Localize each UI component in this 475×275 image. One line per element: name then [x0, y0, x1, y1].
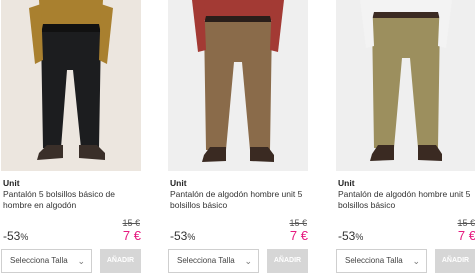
size-select-label: Selecciona Talla	[177, 256, 235, 265]
product-price: 7 €	[289, 228, 308, 243]
chevron-down-icon: ⌄	[412, 256, 420, 266]
chevron-down-icon: ⌄	[244, 256, 252, 266]
product-old-price: 15 €	[122, 218, 140, 228]
product-old-price: 15 €	[457, 218, 475, 228]
product-image[interactable]	[336, 0, 475, 171]
product-brand: Unit	[338, 178, 355, 188]
add-to-cart-button[interactable]: AÑADIR	[100, 249, 141, 273]
product-old-price: 15 €	[289, 218, 307, 228]
product-name[interactable]: Pantalón de algodón hombre unit 5 bolsil…	[338, 189, 475, 211]
size-select[interactable]: Selecciona Talla ⌄	[168, 249, 259, 273]
size-select-label: Selecciona Talla	[345, 256, 403, 265]
product-discount: -53%	[170, 229, 195, 243]
discount-suffix: %	[187, 232, 196, 242]
size-select[interactable]: Selecciona Talla ⌄	[336, 249, 427, 273]
discount-value: -53	[170, 229, 188, 243]
product-price: 7 €	[457, 228, 475, 243]
product-image[interactable]	[168, 0, 308, 171]
chevron-down-icon: ⌄	[77, 256, 85, 266]
discount-suffix: %	[20, 232, 29, 242]
add-to-cart-button[interactable]: AÑADIR	[267, 249, 308, 273]
size-select[interactable]: Selecciona Talla ⌄	[1, 249, 92, 273]
product-image[interactable]	[1, 0, 141, 171]
discount-value: -53	[338, 229, 356, 243]
product-price: 7 €	[122, 228, 141, 243]
product-brand: Unit	[3, 178, 20, 188]
product-brand: Unit	[170, 178, 187, 188]
product-discount: -53%	[338, 229, 363, 243]
product-discount: -53%	[3, 229, 28, 243]
product-name[interactable]: Pantalón de algodón hombre unit 5 bolsil…	[170, 189, 308, 211]
discount-suffix: %	[355, 232, 364, 242]
discount-value: -53	[3, 229, 21, 243]
product-card[interactable]: Unit Pantalón de algodón hombre unit 5 b…	[168, 0, 308, 275]
product-card[interactable]: Unit Pantalón 5 bolsillos básico de homb…	[1, 0, 141, 275]
product-name[interactable]: Pantalón 5 bolsillos básico de hombre en…	[3, 189, 141, 211]
add-to-cart-button[interactable]: AÑADIR	[435, 249, 475, 273]
size-select-label: Selecciona Talla	[10, 256, 68, 265]
product-card[interactable]: Unit Pantalón de algodón hombre unit 5 b…	[336, 0, 475, 275]
